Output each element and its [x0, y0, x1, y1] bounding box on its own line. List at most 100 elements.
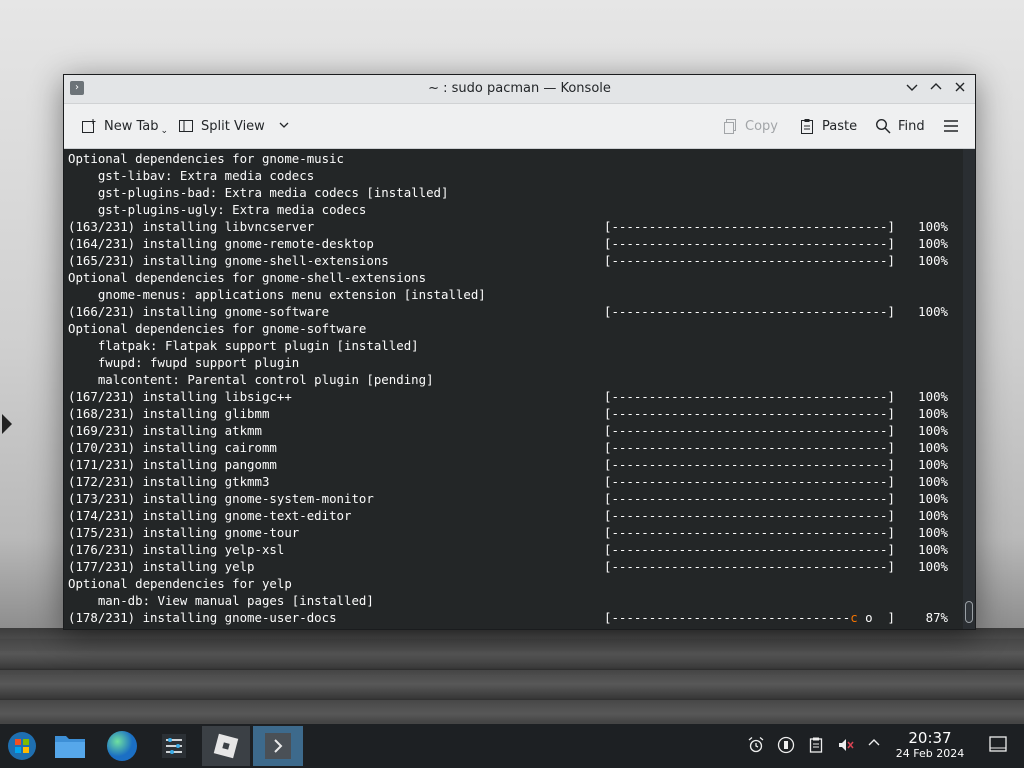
window-title: ~ : sudo pacman — Konsole — [428, 81, 611, 96]
find-button[interactable]: Find — [874, 114, 925, 138]
terminal-line: gst-plugins-bad: Extra media codecs [ins… — [68, 185, 449, 200]
close-button[interactable] — [950, 79, 970, 99]
terminal-line: malcontent: Parental control plugin [pen… — [68, 372, 434, 387]
terminal-line: flatpak: Flatpak support plugin [install… — [68, 338, 419, 353]
clipboard-icon[interactable] — [806, 736, 826, 756]
titlebar[interactable]: › ~ : sudo pacman — Konsole — [64, 75, 975, 104]
progress-percent: 100% — [918, 219, 948, 234]
progress-bar: [-------------------------------------] — [604, 490, 895, 507]
terminal-line: (172/231) installing gtkmm3 — [68, 474, 270, 489]
terminal-output[interactable]: Optional dependencies for gnome-music gs… — [64, 149, 972, 629]
progress-bar-track: [-------------------------------------] — [604, 304, 895, 319]
terminal-line: (171/231) installing pangomm — [68, 457, 277, 472]
progress-bar: [-------------------------------------] — [604, 405, 895, 422]
chevron-down-icon[interactable] — [279, 119, 289, 134]
new-tab-label: New Tab — [104, 118, 159, 134]
split-view-button[interactable]: Split View — [177, 114, 289, 138]
terminal-line: (164/231) installing gnome-remote-deskto… — [68, 236, 374, 251]
terminal-line: (174/231) installing gnome-text-editor — [68, 508, 352, 523]
settings-icon — [162, 734, 186, 758]
progress-bar: [-------------------------------------] — [604, 235, 895, 252]
terminal-line: (170/231) installing cairomm — [68, 440, 277, 455]
chevron-down-icon — [906, 84, 918, 91]
progress-bar: [-------------------------------------] — [604, 439, 895, 456]
terminal-line: (178/231) installing gnome-user-docs — [68, 610, 337, 625]
progress-bar-track: [-------------------------------------] — [604, 423, 895, 438]
progress-percent: 100% — [918, 474, 948, 489]
progress-bar: [-------------------------------------] — [604, 252, 895, 269]
settings-button[interactable] — [152, 726, 196, 766]
progress-bar-track: [-------------------------------------] — [604, 457, 895, 472]
terminal-line: Optional dependencies for gnome-music — [68, 151, 345, 166]
toolbar: New Tab ⌄ Split View Copy Paste Find — [64, 104, 975, 149]
progress-percent: 100% — [918, 389, 948, 404]
progress-percent: 100% — [918, 508, 948, 523]
roblox-icon — [213, 733, 239, 759]
show-desktop-button[interactable] — [988, 736, 1008, 756]
konsole-window: › ~ : sudo pacman — Konsole New Tab ⌄ Sp… — [63, 74, 976, 630]
progress-percent: 100% — [918, 542, 948, 557]
terminal-line: Optional dependencies for gnome-shell-ex… — [68, 270, 427, 285]
konsole-icon — [265, 733, 291, 759]
progress-bar-track: [-------------------------------------] — [604, 236, 895, 251]
terminal-line: gst-plugins-ugly: Extra media codecs — [68, 202, 367, 217]
copy-icon — [721, 117, 739, 135]
browser-icon — [107, 731, 137, 761]
terminal-line: (168/231) installing glibmm — [68, 406, 270, 421]
progress-percent: 100% — [918, 457, 948, 472]
progress-bar-track: [-------------------------------------] — [604, 559, 895, 574]
terminal-line: Optional dependencies for gnome-software — [68, 321, 367, 336]
clock-date[interactable]: 24 Feb 2024 — [890, 747, 970, 760]
scrollbar-thumb[interactable] — [965, 601, 973, 623]
terminal-line: (176/231) installing yelp-xsl — [68, 542, 285, 557]
maximize-button[interactable] — [926, 79, 946, 99]
progress-percent: 100% — [918, 236, 948, 251]
file-manager-button[interactable] — [48, 726, 92, 766]
progress-percent: 100% — [918, 491, 948, 506]
terminal-line: gnome-menus: applications menu extension… — [68, 287, 486, 302]
konsole-taskbar-button[interactable] — [253, 726, 303, 766]
taskbar — [0, 724, 1024, 768]
progress-bar-tail: ] — [872, 610, 895, 625]
split-view-label: Split View — [201, 118, 265, 134]
progress-bar-track: [-------------------------------------] — [604, 474, 895, 489]
progress-bar: [-------------------------------------] — [604, 541, 895, 558]
chevron-up-icon[interactable] — [864, 736, 884, 756]
start-menu-button[interactable] — [0, 726, 44, 766]
progress-bar: [-------------------------------------] — [604, 388, 895, 405]
close-icon — [955, 82, 965, 92]
network-icon[interactable] — [776, 736, 796, 756]
copy-button[interactable]: Copy — [721, 114, 778, 138]
search-icon — [874, 117, 892, 135]
browser-button[interactable] — [100, 726, 144, 766]
progress-bar: [-------------------------------------] — [604, 558, 895, 575]
start-menu-icon — [8, 732, 36, 760]
terminal-line: (177/231) installing yelp — [68, 559, 255, 574]
new-tab-icon — [80, 117, 98, 135]
clock-time[interactable]: 20:37 — [894, 729, 966, 747]
minimize-button[interactable] — [902, 79, 922, 99]
file-manager-icon — [55, 736, 85, 758]
roblox-button[interactable] — [202, 726, 250, 766]
terminal-scrollbar[interactable] — [963, 149, 975, 629]
progress-bar: [-------------------------------------] — [604, 524, 895, 541]
volume-muted-icon[interactable] — [836, 736, 856, 756]
progress-bar: [-------------------------------------] — [604, 218, 895, 235]
paste-button[interactable]: Paste — [798, 114, 857, 138]
pacman-dot: o — [865, 610, 873, 625]
mouse-cursor-icon — [2, 414, 12, 434]
paste-label: Paste — [822, 118, 858, 134]
alarm-icon[interactable] — [746, 736, 766, 756]
terminal-line: (166/231) installing gnome-software — [68, 304, 330, 319]
progress-bar-track: [-------------------------------------] — [604, 389, 895, 404]
progress-bar: [-------------------------------------] — [604, 507, 895, 524]
new-tab-button[interactable]: New Tab ⌄ — [80, 114, 168, 138]
progress-percent: 100% — [918, 440, 948, 455]
progress-bar-track: [-------------------------------- — [604, 610, 851, 625]
hamburger-menu-button[interactable] — [942, 114, 960, 138]
terminal-line: gst-libav: Extra media codecs — [68, 168, 315, 183]
terminal-line: (163/231) installing libvncserver — [68, 219, 315, 234]
progress-bar: [-------------------------------------] — [604, 422, 895, 439]
progress-bar-track: [-------------------------------------] — [604, 253, 895, 268]
progress-percent: 100% — [918, 525, 948, 540]
